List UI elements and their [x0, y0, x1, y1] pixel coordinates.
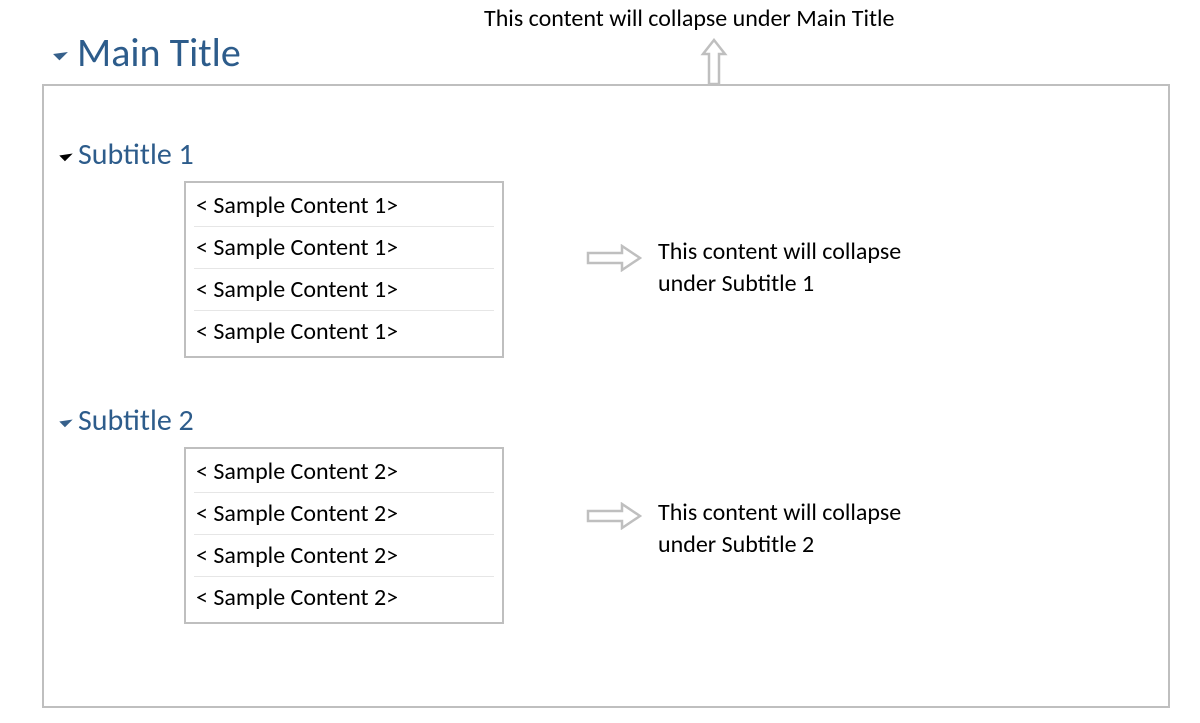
- content-line: < Sample Content 2>: [194, 535, 494, 577]
- collapse-triangle-icon[interactable]: [59, 414, 72, 427]
- arrow-right-icon: [586, 244, 642, 268]
- subtitle-1-section: Subtitle 1 < Sample Content 1> < Sample …: [62, 136, 1150, 358]
- subtitle-1-annotation: This content will collapse under Subtitl…: [658, 236, 901, 301]
- arrow-right-icon: [586, 502, 642, 526]
- subtitle-1-label: Subtitle 1: [78, 136, 194, 173]
- content-line: < Sample Content 1>: [194, 185, 494, 227]
- content-line: < Sample Content 1>: [194, 227, 494, 269]
- annotation-line: This content will collapse: [658, 497, 901, 529]
- collapse-triangle-icon[interactable]: [53, 45, 68, 60]
- subtitle-2-annotation: This content will collapse under Subtitl…: [658, 497, 901, 562]
- subtitle-2-heading[interactable]: Subtitle 2: [62, 402, 1150, 439]
- top-annotation-text: This content will collapse under Main Ti…: [484, 4, 894, 33]
- annotation-line: This content will collapse: [658, 236, 901, 268]
- annotation-line: under Subtitle 1: [658, 268, 901, 300]
- subtitle-2-content-box: < Sample Content 2> < Sample Content 2> …: [184, 447, 504, 624]
- content-line: < Sample Content 2>: [194, 493, 494, 535]
- content-line: < Sample Content 1>: [194, 269, 494, 311]
- arrow-up-icon: [700, 38, 728, 86]
- subtitle-1-heading[interactable]: Subtitle 1: [62, 136, 1150, 173]
- annotation-line: under Subtitle 2: [658, 529, 901, 561]
- main-title-label: Main Title: [77, 28, 241, 77]
- content-line: < Sample Content 2>: [194, 451, 494, 493]
- subtitle-2-section: Subtitle 2 < Sample Content 2> < Sample …: [62, 402, 1150, 624]
- collapse-triangle-icon[interactable]: [59, 148, 72, 161]
- subtitle-1-content-box: < Sample Content 1> < Sample Content 1> …: [184, 181, 504, 358]
- content-line: < Sample Content 2>: [194, 577, 494, 618]
- main-title-heading[interactable]: Main Title: [56, 28, 241, 77]
- subtitle-2-label: Subtitle 2: [78, 402, 194, 439]
- content-line: < Sample Content 1>: [194, 311, 494, 352]
- main-collapse-region: Subtitle 1 < Sample Content 1> < Sample …: [42, 84, 1170, 708]
